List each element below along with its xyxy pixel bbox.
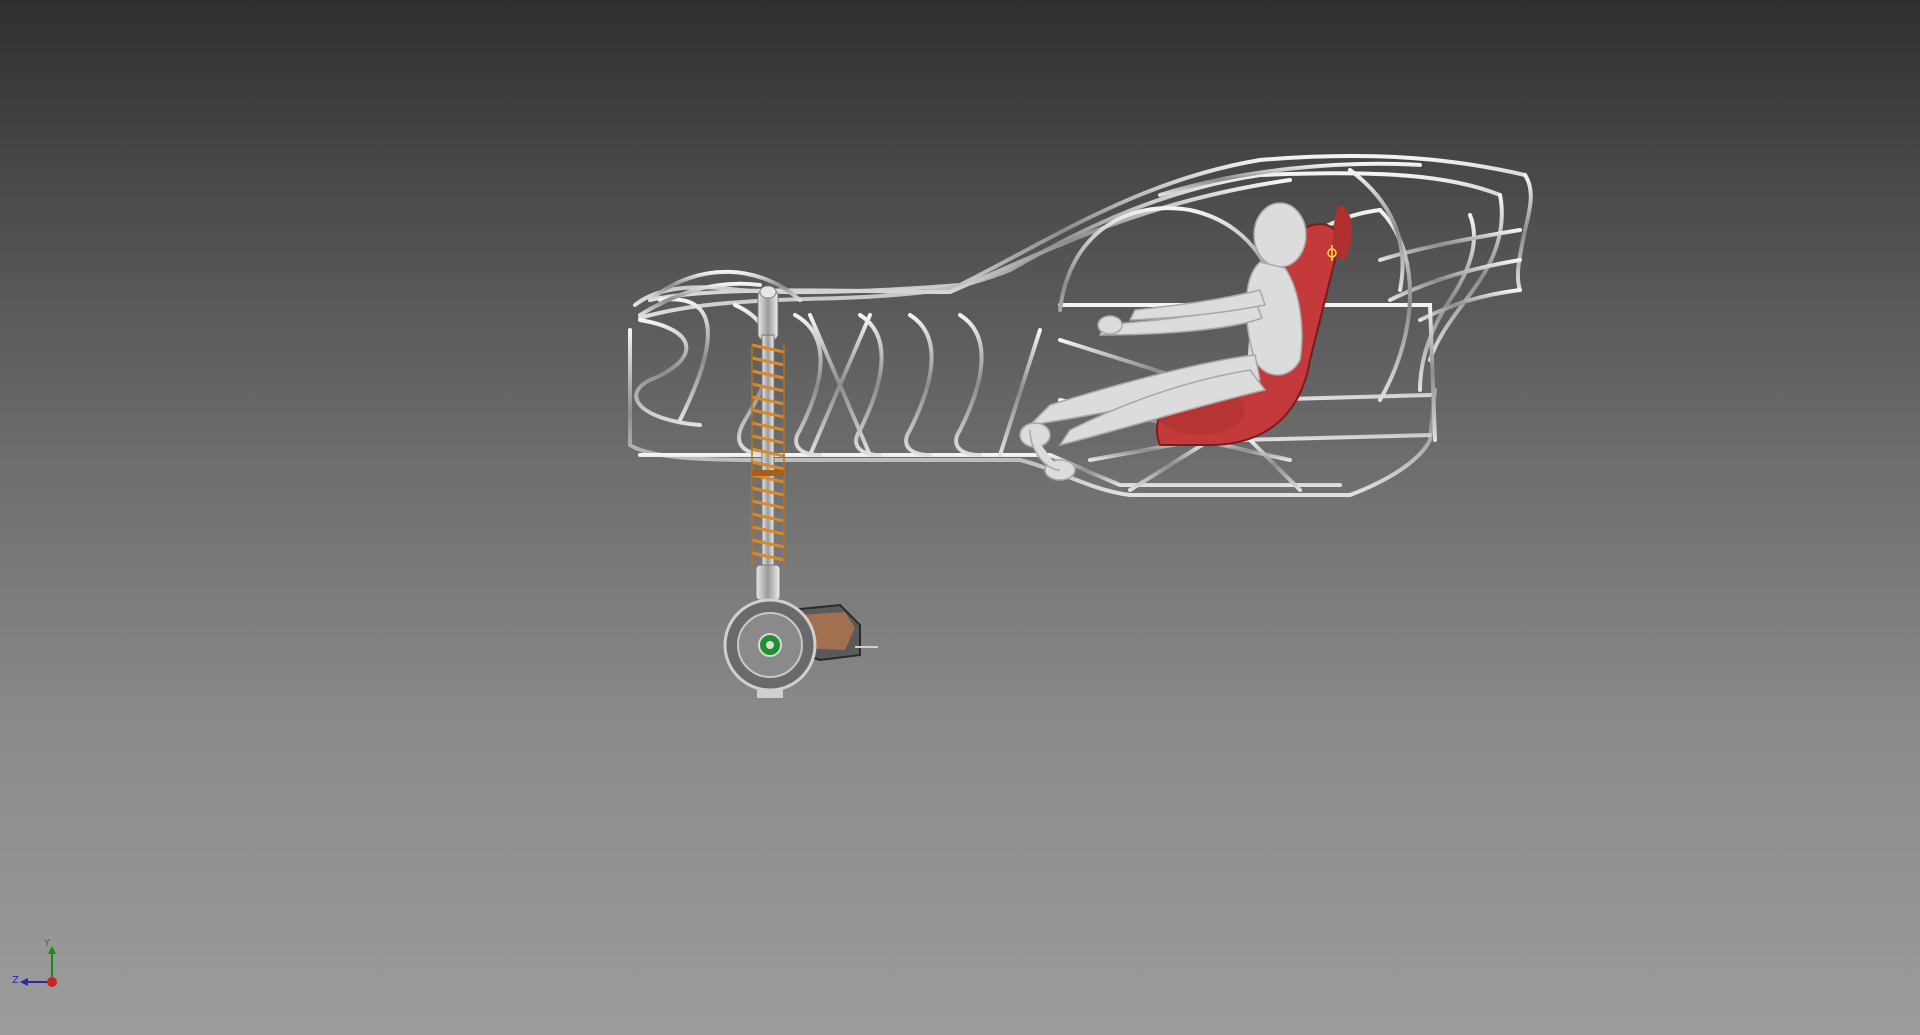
wheel-hub-upright <box>723 598 878 698</box>
y-axis-label: Y <box>44 938 51 949</box>
coordinate-triad: Z Y <box>8 938 68 1000</box>
coilover-shock <box>751 285 785 601</box>
cad-model[interactable] <box>0 0 1920 1035</box>
triad-axes-icon <box>20 946 57 987</box>
z-axis-label: Z <box>12 975 19 986</box>
graphics-viewport[interactable]: Z Y <box>0 0 1920 1035</box>
x-axis-dot <box>47 977 57 987</box>
